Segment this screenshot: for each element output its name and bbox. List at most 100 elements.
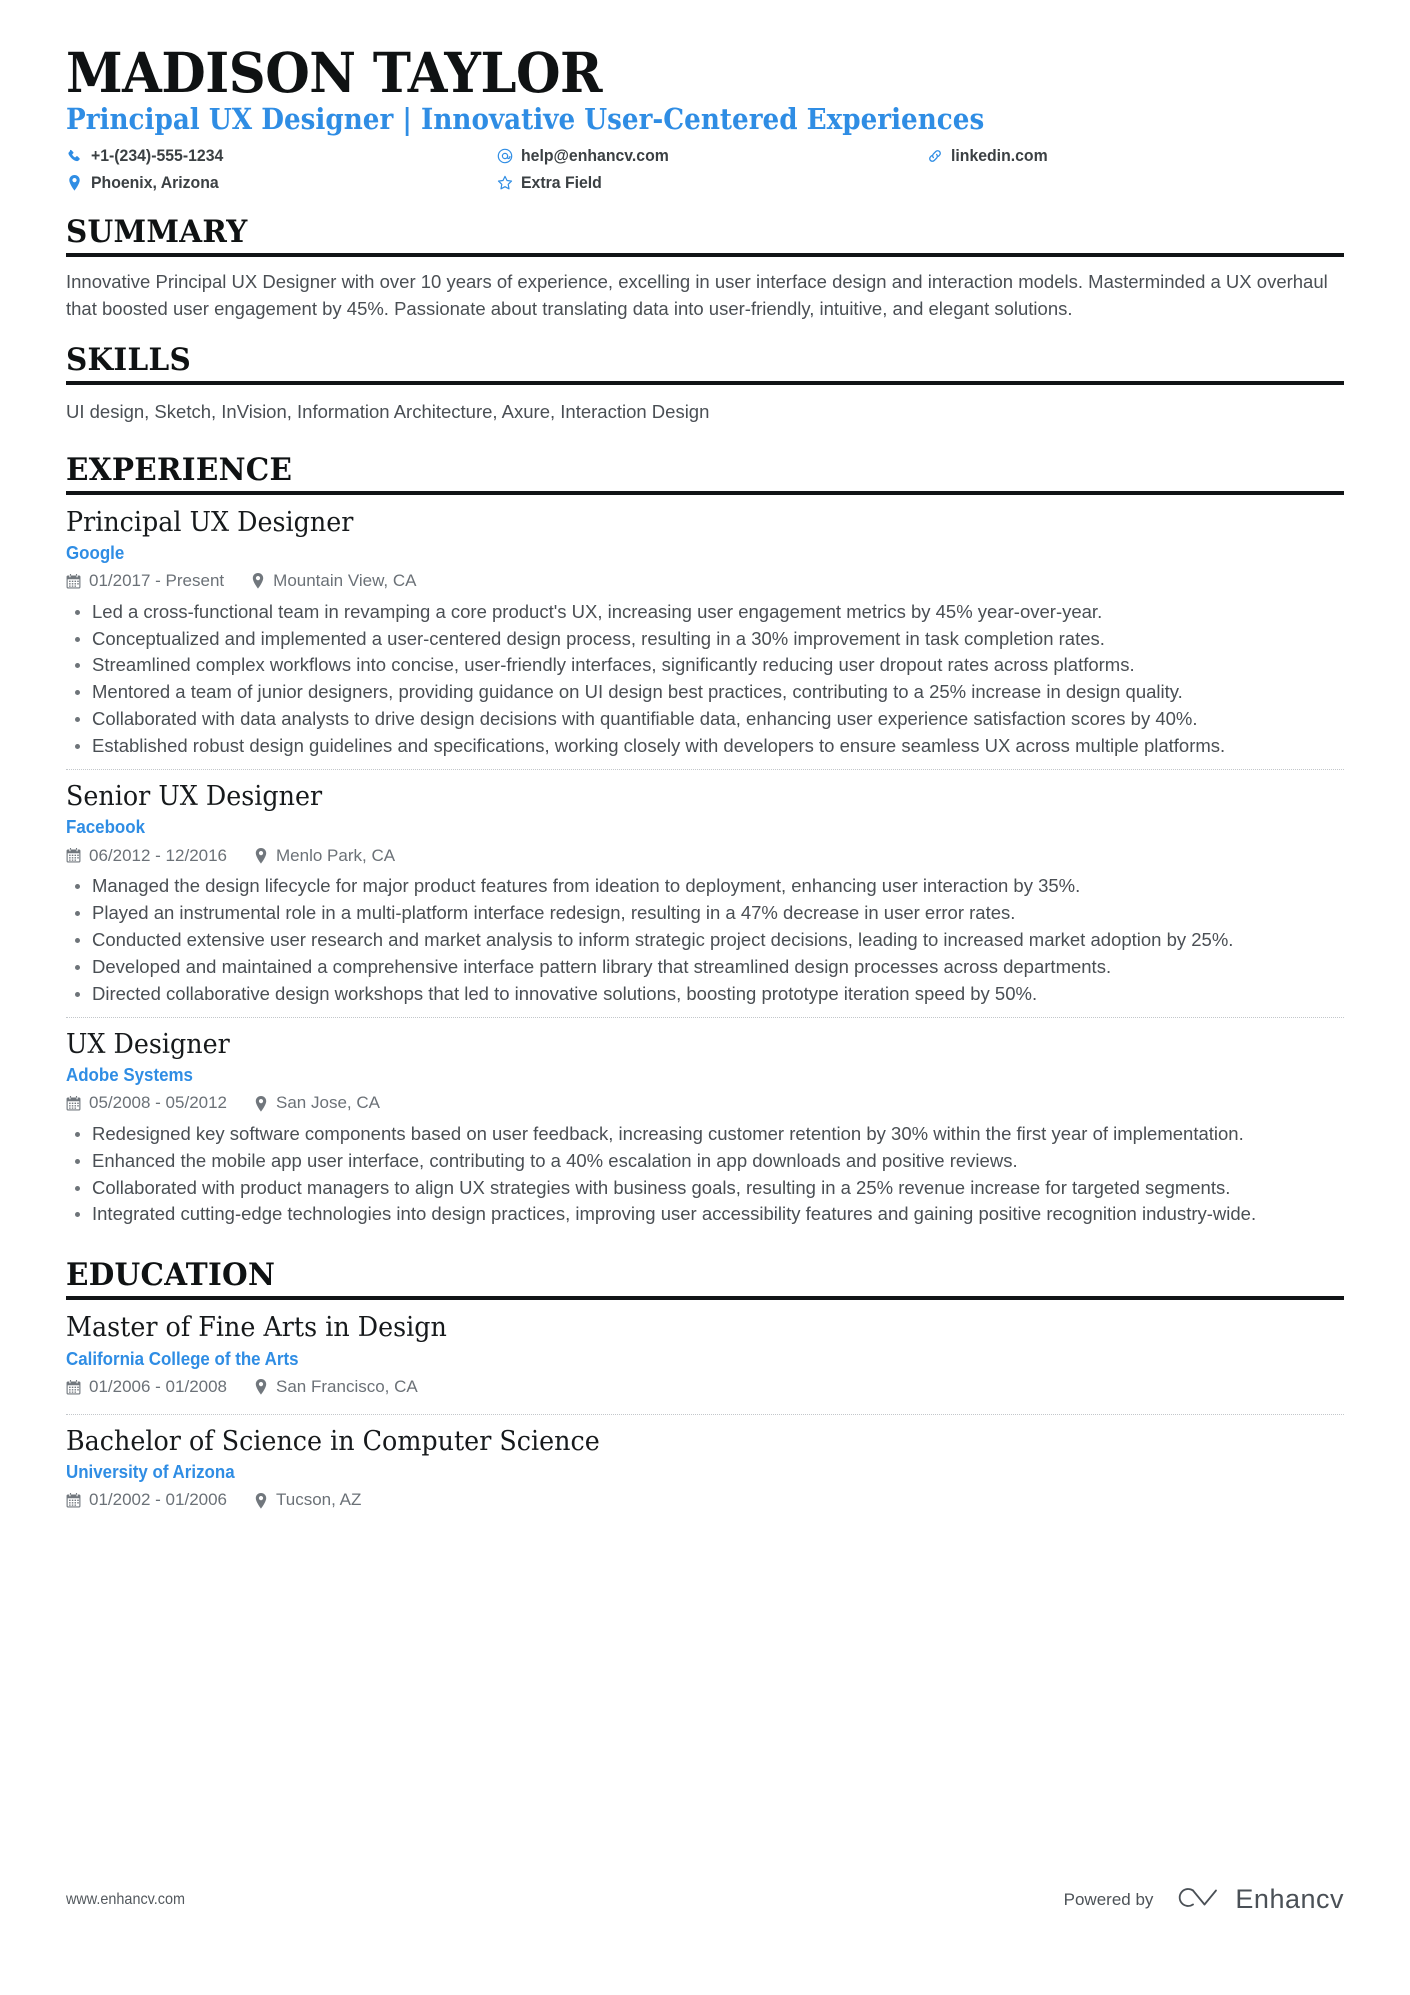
star-icon (496, 175, 513, 192)
entry-location-text: Menlo Park, CA (276, 845, 396, 865)
enhancv-logo: Enhancv (1171, 1882, 1344, 1917)
candidate-headline: Principal UX Designer | Innovative User-… (66, 102, 985, 137)
skills-text: UI design, Sketch, InVision, Information… (66, 401, 710, 423)
powered-by-label: Powered by (1063, 1889, 1154, 1909)
entry-location-text: San Francisco, CA (276, 1377, 418, 1397)
calendar-icon (66, 1493, 81, 1509)
entry-bullet: Collaborated with data analysts to drive… (66, 706, 1344, 732)
entry-dates: 05/2008 - 05/2012 (66, 1093, 227, 1113)
entry-meta: 01/2006 - 01/2008 San Francisco, CA (66, 1377, 1344, 1397)
location-pin-icon (253, 847, 268, 864)
entry-bullet: Directed collaborative design workshops … (66, 981, 1344, 1007)
entry-bullet-list: Led a cross-functional team in revamping… (66, 599, 1344, 759)
contact-extra-field[interactable]: Extra Field (496, 172, 926, 194)
contact-location-text: Phoenix, Arizona (91, 173, 219, 193)
experience-entry: UX Designer Adobe Systems 05/2008 - 05/201… (66, 1016, 1344, 1238)
link-icon (926, 148, 943, 165)
resume-page: MADISON TAYLOR Principal UX Designer | I… (0, 0, 1410, 1995)
entry-location: Tucson, AZ (253, 1490, 361, 1510)
entry-bullet: Mentored a team of junior designers, pro… (66, 679, 1344, 705)
entry-meta: 05/2008 - 05/2012 San Jose, CA (66, 1093, 1344, 1113)
contact-email-text: help@enhancv.com (521, 145, 669, 165)
education-entry: Bachelor of Science in Computer Science U… (66, 1413, 1344, 1527)
entry-meta: 01/2017 - Present Mountain View, CA (66, 571, 1344, 591)
section-divider (66, 1296, 1344, 1301)
location-pin-icon (250, 573, 265, 590)
entry-bullet: Redesigned key software components based… (66, 1121, 1344, 1147)
entry-meta: 06/2012 - 12/2016 Menlo Park, CA (66, 846, 1344, 866)
calendar-icon (66, 1096, 81, 1112)
experience-entry: Senior UX Designer Facebook 06/2012 - 12/2… (66, 769, 1344, 1017)
contact-email[interactable]: help@enhancv.com (496, 145, 926, 167)
candidate-name: MADISON TAYLOR (66, 40, 603, 105)
entry-company[interactable]: Google (66, 542, 1267, 565)
entry-location: San Jose, CA (253, 1093, 380, 1113)
footer-url[interactable]: www.enhancv.com (66, 1891, 185, 1909)
section-summary: SUMMARY Innovative Principal UX Designer… (66, 214, 1344, 322)
entry-bullet: Integrated cutting-edge technologies int… (66, 1201, 1344, 1227)
location-pin-icon (253, 1379, 268, 1395)
location-icon (66, 175, 83, 192)
entry-company[interactable]: Adobe Systems (66, 1064, 1267, 1087)
contact-phone-text: +1-(234)-555-1234 (91, 145, 224, 165)
entry-bullet: Led a cross-functional team in revamping… (66, 599, 1344, 625)
location-pin-icon (253, 1492, 268, 1509)
entry-location: Mountain View, CA (250, 571, 416, 591)
section-experience: EXPERIENCE Principal UX Designer Google 01… (66, 452, 1344, 1238)
contact-link[interactable]: linkedin.com (926, 145, 1344, 167)
entry-bullet: Conceptualized and implemented a user-ce… (66, 626, 1344, 652)
section-education: EDUCATION Master of Fine Arts in Design C… (66, 1257, 1344, 1526)
entry-location-text: Tucson, AZ (276, 1490, 362, 1510)
enhancv-mark-icon (1171, 1882, 1223, 1917)
entry-degree-title: Master of Fine Arts in Design (66, 1312, 447, 1344)
entry-dates: 01/2006 - 01/2008 (66, 1377, 227, 1397)
entry-job-title: Principal UX Designer (66, 506, 354, 538)
education-entry-list: Master of Fine Arts in Design California … (66, 1312, 1344, 1526)
calendar-icon (66, 573, 81, 589)
entry-company[interactable]: Facebook (66, 816, 1267, 839)
experience-entry: Principal UX Designer Google 01/2017 - Pre… (66, 507, 1344, 770)
entry-bullet: Conducted extensive user research and ma… (66, 927, 1344, 953)
entry-institution[interactable]: University of Arizona (66, 1461, 1267, 1484)
entry-institution[interactable]: California College of the Arts (66, 1348, 1267, 1371)
entry-dates-text: 01/2002 - 01/2006 (89, 1490, 228, 1510)
section-divider (66, 381, 1344, 386)
section-divider (66, 490, 1344, 495)
entry-bullet: Enhanced the mobile app user interface, … (66, 1148, 1344, 1174)
entry-degree-title: Bachelor of Science in Computer Science (66, 1425, 600, 1457)
entry-location: San Francisco, CA (253, 1377, 418, 1397)
section-title-summary: SUMMARY (66, 214, 248, 251)
section-title-education: EDUCATION (66, 1257, 276, 1294)
page-footer: www.enhancv.com Powered by Enhancv (66, 1882, 1344, 1917)
entry-dates-text: 05/2008 - 05/2012 (89, 1093, 228, 1113)
calendar-icon (66, 1379, 81, 1395)
education-entry: Master of Fine Arts in Design California … (66, 1312, 1344, 1413)
enhancv-wordmark: Enhancv (1235, 1884, 1344, 1914)
entry-dates: 06/2012 - 12/2016 (66, 846, 227, 866)
entry-bullet: Collaborated with product managers to al… (66, 1175, 1344, 1201)
entry-bullet: Managed the design lifecycle for major p… (66, 873, 1344, 899)
contact-location[interactable]: Phoenix, Arizona (66, 172, 496, 194)
contact-phone[interactable]: +1-(234)-555-1234 (66, 145, 496, 167)
entry-location: Menlo Park, CA (253, 846, 395, 866)
contact-extra-field-text: Extra Field (521, 173, 602, 193)
section-divider (66, 253, 1344, 258)
section-title-skills: SKILLS (66, 342, 192, 379)
entry-meta: 01/2002 - 01/2006 Tucson, AZ (66, 1490, 1344, 1510)
entry-dates: 01/2002 - 01/2006 (66, 1490, 227, 1510)
entry-job-title: Senior UX Designer (66, 781, 323, 813)
entry-bullet: Played an instrumental role in a multi-p… (66, 900, 1344, 926)
entry-location-text: San Jose, CA (276, 1093, 380, 1113)
summary-text: Innovative Principal UX Designer with ov… (66, 271, 1328, 319)
section-skills: SKILLS UI design, Sketch, InVision, Info… (66, 342, 1344, 431)
phone-icon (66, 148, 83, 165)
section-title-experience: EXPERIENCE (66, 451, 293, 488)
contact-details: +1-(234)-555-1234 help@enhancv.com linke… (66, 145, 1344, 194)
entry-bullet: Established robust design guidelines and… (66, 733, 1344, 759)
entry-bullet-list: Managed the design lifecycle for major p… (66, 873, 1344, 1006)
entry-dates-text: 01/2017 - Present (89, 571, 225, 591)
entry-job-title: UX Designer (66, 1028, 230, 1060)
resume-header: MADISON TAYLOR Principal UX Designer | I… (66, 44, 1344, 194)
entry-bullet: Streamlined complex workflows into conci… (66, 652, 1344, 678)
entry-location-text: Mountain View, CA (273, 571, 417, 591)
